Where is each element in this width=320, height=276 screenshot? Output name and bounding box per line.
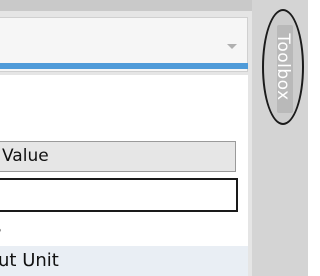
property-row-selected[interactable]: ut Unit [0, 246, 248, 276]
panel-header [0, 0, 252, 11]
value-column-header-label: Value [2, 146, 49, 166]
property-row-label: ut Unit [0, 250, 59, 271]
toolbox-tab-label: Toolbox [273, 33, 293, 101]
value-column-header[interactable]: Value [0, 141, 236, 172]
toolbox-tab[interactable]: Toolbox [262, 9, 304, 125]
property-row[interactable]: s [0, 215, 248, 241]
properties-panel: Value s ut Unit [0, 0, 252, 276]
screen-root: Value s ut Unit Toolbox [0, 0, 308, 276]
chevron-down-icon[interactable] [227, 44, 237, 49]
property-value-input[interactable] [0, 178, 238, 212]
property-row-label: s [0, 215, 1, 241]
accent-divider [0, 63, 248, 69]
